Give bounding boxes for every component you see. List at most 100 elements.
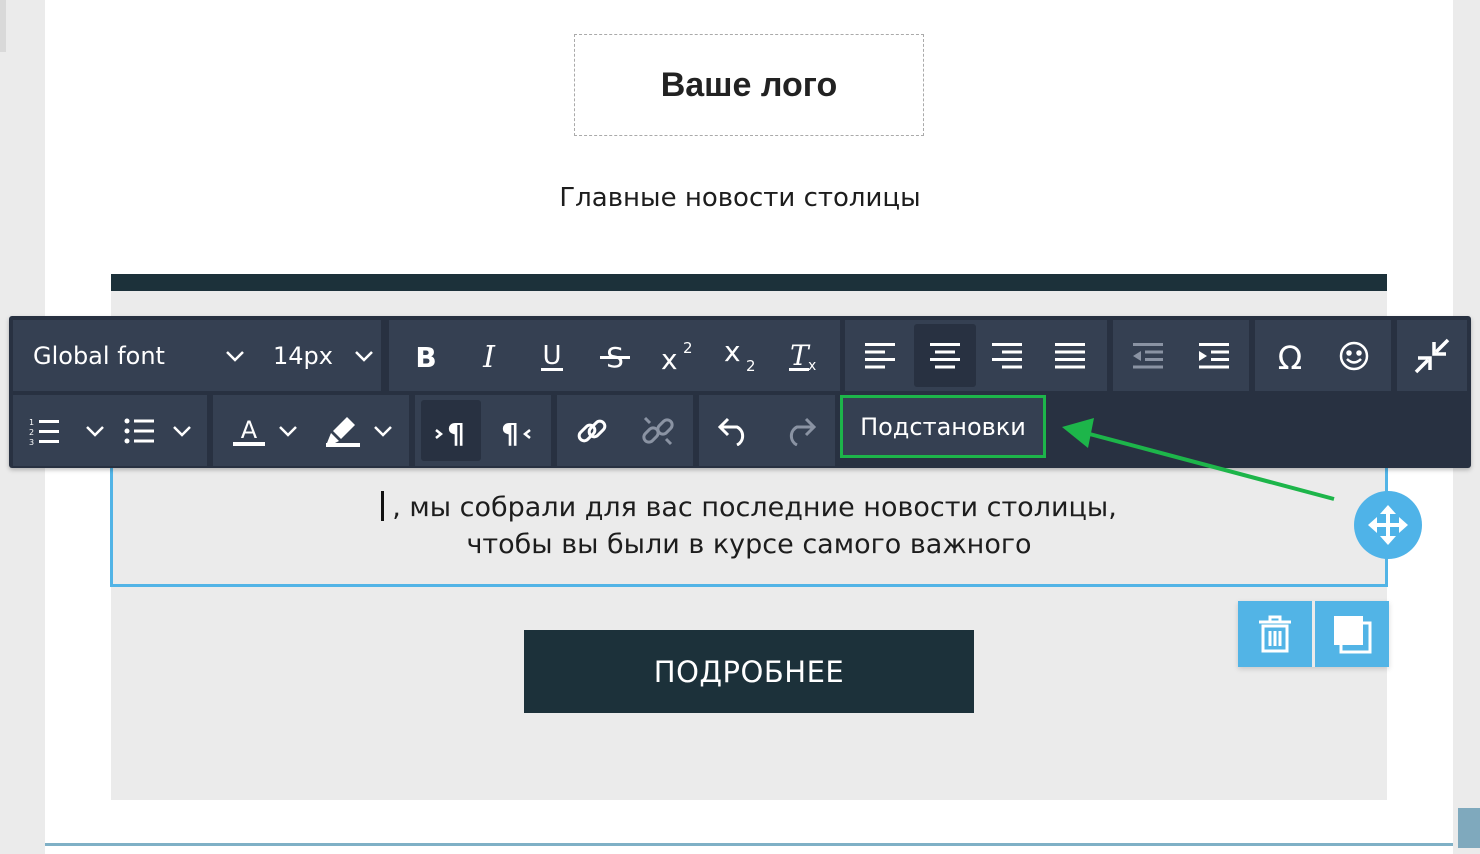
bold-icon: B xyxy=(415,341,436,371)
ltr-icon: ¶ xyxy=(435,417,465,446)
align-left-icon xyxy=(865,342,895,368)
unordered-list-icon xyxy=(124,418,154,443)
text-color-button[interactable]: A xyxy=(217,399,313,462)
svg-text:Ω: Ω xyxy=(1278,339,1302,373)
emoji-icon xyxy=(1339,341,1369,370)
block-actions xyxy=(1238,601,1389,667)
redo-icon xyxy=(789,417,817,446)
special-char-icon: Ω xyxy=(1278,339,1302,373)
rtl-button[interactable]: ¶ xyxy=(485,400,545,461)
svg-text:x: x xyxy=(661,343,678,372)
alignment-group xyxy=(845,320,1107,391)
subscript-icon: x2 xyxy=(724,339,756,373)
svg-text:1: 1 xyxy=(29,418,34,427)
superscript-button[interactable]: x2 xyxy=(645,324,711,387)
svg-text:B: B xyxy=(415,341,436,371)
left-edge-tab xyxy=(0,0,6,52)
italic-button[interactable]: I xyxy=(456,324,522,387)
history-group xyxy=(699,395,835,466)
align-center-icon xyxy=(930,342,960,368)
text-caret xyxy=(381,491,385,521)
special-char-button[interactable]: Ω xyxy=(1259,324,1321,387)
align-right-icon xyxy=(992,342,1022,368)
direction-group: ¶ ¶ xyxy=(415,395,551,466)
subscript-button[interactable]: x2 xyxy=(708,324,774,387)
indent-button[interactable] xyxy=(1183,324,1245,387)
insert-group: Ω xyxy=(1255,320,1391,391)
substitutions-button[interactable]: Подстановки xyxy=(840,395,1046,458)
font-family-value: Global font xyxy=(33,342,165,370)
italic-icon: I xyxy=(482,341,496,371)
outdent-button[interactable] xyxy=(1117,324,1179,387)
svg-text:¶: ¶ xyxy=(501,417,519,446)
align-right-button[interactable] xyxy=(976,324,1038,387)
highlight-color-button[interactable] xyxy=(309,399,409,462)
duplicate-icon xyxy=(1334,616,1372,654)
strikethrough-button[interactable]: S xyxy=(582,324,648,387)
font-size-select[interactable]: 14px xyxy=(253,320,381,391)
ltr-button[interactable]: ¶ xyxy=(421,400,481,461)
emoji-button[interactable] xyxy=(1323,324,1385,387)
chevron-down-icon xyxy=(173,425,191,437)
text-color-icon: A xyxy=(233,416,265,446)
collapse-toolbar-button[interactable] xyxy=(1401,324,1463,387)
svg-text:I: I xyxy=(482,341,496,371)
logo-placeholder[interactable]: Ваше лого xyxy=(574,34,924,136)
chevron-down-icon xyxy=(355,351,373,362)
text-line-1-content: , мы собрали для вас последние новости с… xyxy=(392,492,1117,523)
underline-icon: U xyxy=(541,341,563,371)
redo-button[interactable] xyxy=(769,399,831,462)
ordered-list-icon: 123 xyxy=(29,418,59,445)
highlight-icon xyxy=(326,416,360,447)
bold-button[interactable]: B xyxy=(393,324,459,387)
list-group: 123 xyxy=(13,395,207,466)
link-icon xyxy=(577,419,607,442)
unlink-button[interactable] xyxy=(627,399,689,462)
details-button[interactable]: ПОДРОБНЕЕ xyxy=(524,630,974,713)
font-family-select[interactable]: Global font xyxy=(13,320,251,391)
scrollbar-thumb[interactable] xyxy=(1458,808,1480,848)
svg-text:3: 3 xyxy=(29,438,34,445)
align-left-button[interactable] xyxy=(849,324,911,387)
svg-text:x: x xyxy=(724,339,741,368)
indent-group xyxy=(1113,320,1249,391)
move-handle[interactable] xyxy=(1354,491,1422,559)
duplicate-block-button[interactable] xyxy=(1315,601,1389,667)
canvas-bottom-border xyxy=(45,843,1453,846)
unordered-list-button[interactable] xyxy=(109,399,207,462)
chevron-down-icon xyxy=(226,351,244,362)
indent-icon xyxy=(1199,342,1229,368)
undo-button[interactable] xyxy=(703,399,765,462)
svg-text:2: 2 xyxy=(683,340,693,357)
collapse-icon xyxy=(1414,338,1450,373)
chevron-down-icon xyxy=(86,425,104,437)
align-justify-icon xyxy=(1055,342,1085,368)
align-justify-button[interactable] xyxy=(1039,324,1101,387)
outdent-icon xyxy=(1133,342,1163,368)
text-style-group: B I U S x2 x2 Tx xyxy=(389,320,840,391)
move-icon xyxy=(1368,505,1408,545)
text-line-2: чтобы вы были в курсе самого важного xyxy=(466,529,1032,560)
color-group: A xyxy=(213,395,409,466)
strikethrough-icon: S xyxy=(600,341,630,371)
svg-text:¶: ¶ xyxy=(447,417,465,446)
svg-text:2: 2 xyxy=(29,428,34,437)
underline-button[interactable]: U xyxy=(519,324,585,387)
link-button[interactable] xyxy=(561,399,623,462)
rtl-icon: ¶ xyxy=(501,417,531,446)
font-group: Global font 14px xyxy=(13,320,381,391)
align-center-button[interactable] xyxy=(914,324,976,387)
svg-text:U: U xyxy=(542,341,561,371)
clear-format-button[interactable]: Tx xyxy=(771,324,837,387)
svg-text:x: x xyxy=(808,358,816,373)
trash-icon xyxy=(1259,615,1291,653)
chevron-down-icon xyxy=(279,425,297,437)
ordered-list-button[interactable]: 123 xyxy=(17,399,117,462)
collapse-group xyxy=(1397,320,1467,391)
link-group xyxy=(557,395,693,466)
unlink-icon xyxy=(642,416,674,445)
superscript-icon: x2 xyxy=(661,340,693,372)
svg-text:A: A xyxy=(241,416,258,444)
chevron-down-icon xyxy=(374,425,392,437)
delete-block-button[interactable] xyxy=(1238,601,1312,667)
